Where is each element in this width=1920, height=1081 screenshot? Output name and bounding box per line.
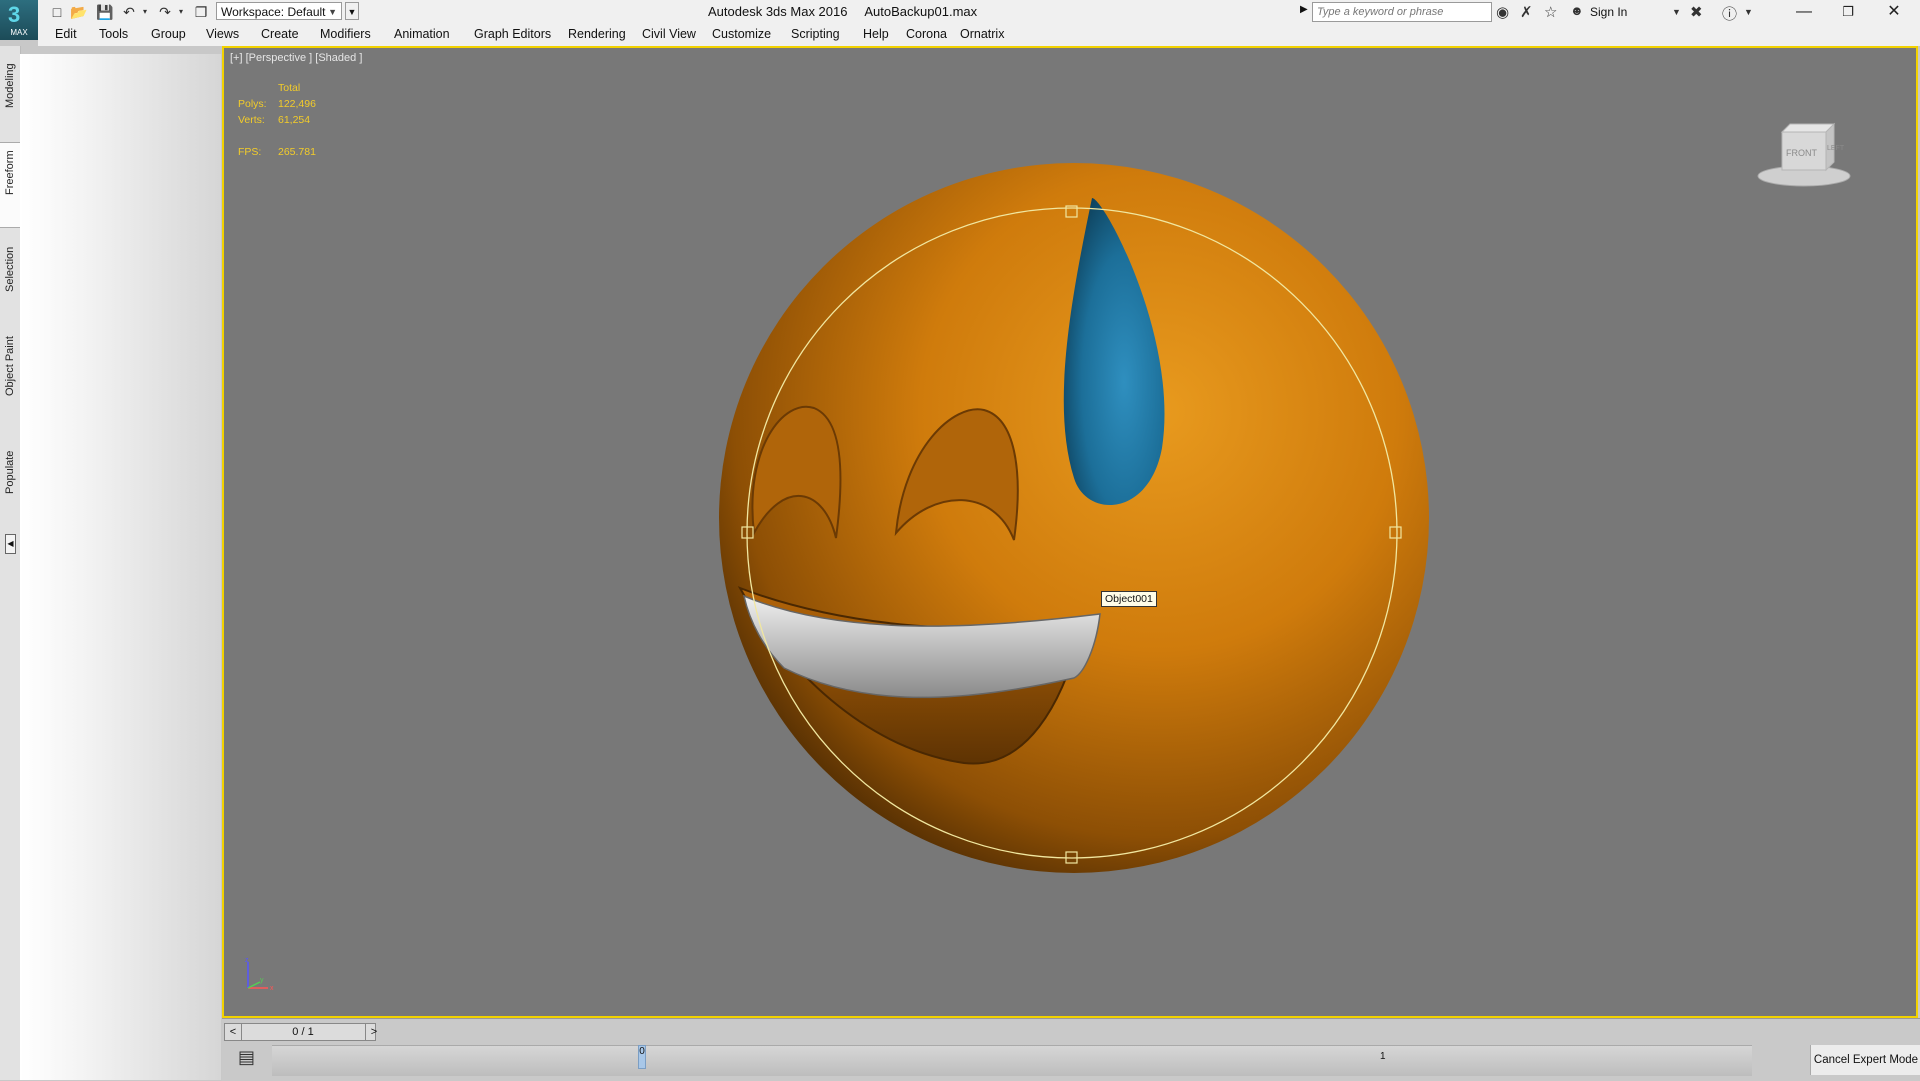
minimize-button[interactable]: —	[1784, 2, 1824, 22]
undo-dropdown-icon[interactable]: ▾	[136, 3, 154, 21]
viewcube-side-label: LEFT	[1827, 145, 1845, 152]
menu-modifiers[interactable]: Modifiers	[320, 27, 371, 41]
time-slider[interactable]: < 0 / 1 >	[224, 1023, 377, 1041]
tab-populate[interactable]: Populate	[0, 442, 20, 526]
menu-help[interactable]: Help	[863, 27, 889, 41]
menu-views[interactable]: Views	[206, 27, 239, 41]
svg-text:y: y	[260, 977, 264, 984]
title-bar: 3 MAX □ 📂 💾 ↶ ▾ ↷ ▾ ❐ Workspace: Default…	[0, 0, 1920, 40]
menu-edit[interactable]: Edit	[55, 27, 77, 41]
menu-bar: Edit Tools Group Views Create Modifiers …	[38, 24, 1920, 46]
viewcube-icon[interactable]: FRONT LEFT	[1756, 118, 1852, 198]
exchange-apps-icon[interactable]: ✖	[1690, 3, 1703, 21]
help-dropdown-icon[interactable]: ▼	[1744, 7, 1753, 17]
search-input[interactable]: Type a keyword or phrase	[1312, 2, 1492, 22]
menu-customize[interactable]: Customize	[712, 27, 771, 41]
close-button[interactable]: ✕	[1874, 2, 1914, 22]
object-name-tooltip: Object001	[1101, 591, 1157, 607]
tab-selection[interactable]: Selection	[0, 242, 20, 322]
stats-verts-value: 61,254	[278, 114, 311, 126]
open-file-icon[interactable]: 📂	[70, 3, 88, 21]
chevron-down-icon: ▼	[328, 7, 337, 17]
menu-graph-editors[interactable]: Graph Editors	[474, 27, 551, 41]
previous-frame-button[interactable]: <	[225, 1024, 242, 1040]
sign-in-dropdown-icon[interactable]: ▼	[1672, 7, 1681, 17]
emoji-face-sphere[interactable]	[719, 163, 1429, 873]
app-menu-button[interactable]: 3 MAX	[0, 0, 38, 40]
stats-fps-value: 265.781	[278, 146, 316, 158]
tab-freeform[interactable]: Freeform	[0, 142, 20, 228]
menu-scripting[interactable]: Scripting	[791, 27, 840, 41]
track-bar[interactable]	[272, 1045, 1752, 1076]
menu-create[interactable]: Create	[261, 27, 299, 41]
viewport-label-menu[interactable]: [+] [Perspective ] [Shaded ]	[230, 52, 362, 64]
quick-access-customize-button[interactable]: ▼	[345, 2, 359, 20]
time-slider-value: 0 / 1	[292, 1026, 314, 1038]
perspective-viewport[interactable]: [+] [Perspective ] [Shaded ] Total Polys…	[222, 46, 1918, 1018]
user-icon[interactable]: ☻	[1570, 3, 1584, 18]
menu-ornatrix[interactable]: Ornatrix	[960, 27, 1004, 41]
frame-marker-current[interactable]: 0	[638, 1045, 646, 1069]
cancel-expert-mode-button[interactable]: Cancel Expert Mode	[1810, 1045, 1920, 1075]
menu-corona[interactable]: Corona	[906, 27, 947, 41]
track-bar-toggle-icon[interactable]: ▤	[238, 1047, 255, 1068]
svg-text:z: z	[245, 957, 249, 964]
frame-label-1: 1	[1380, 1051, 1386, 1062]
subscription-icon[interactable]: ✗	[1520, 3, 1533, 21]
axis-tripod-icon: z x y	[245, 957, 274, 992]
search-expand-icon[interactable]: ▶	[1300, 4, 1308, 15]
restore-button[interactable]: ❐	[1828, 2, 1868, 22]
save-file-icon[interactable]: 💾	[96, 3, 114, 21]
scene-render[interactable]	[224, 48, 1918, 1018]
svg-text:x: x	[270, 985, 274, 992]
ribbon-collapse-icon[interactable]: ◀	[5, 534, 16, 554]
project-folder-icon[interactable]: ❐	[192, 3, 210, 21]
binoculars-icon[interactable]: ◉	[1496, 3, 1509, 21]
window-title: Autodesk 3ds Max 2016 AutoBackup01.max	[708, 4, 978, 19]
viewcube-front-label: FRONT	[1786, 148, 1817, 158]
favorites-star-icon[interactable]: ☆	[1544, 3, 1557, 21]
sign-in-button[interactable]: Sign In	[1590, 5, 1627, 19]
menu-civil-view[interactable]: Civil View	[642, 27, 696, 41]
ribbon-tab-strip: Modeling Freeform Selection Object Paint…	[0, 46, 21, 1080]
stats-verts-label: Verts:	[238, 114, 265, 126]
next-frame-button[interactable]: >	[365, 1024, 382, 1040]
stats-total-label: Total	[278, 82, 301, 94]
tab-modeling[interactable]: Modeling	[0, 63, 20, 134]
workspace-dropdown[interactable]: Workspace: Default ▼	[216, 2, 342, 20]
3ds-max-logo-icon: 3	[8, 2, 21, 27]
menu-animation[interactable]: Animation	[394, 27, 450, 41]
menu-group[interactable]: Group	[151, 27, 186, 41]
timeline-bar: < 0 / 1 > ▤ 0 1 Cancel Expert Mode	[222, 1018, 1920, 1081]
help-icon[interactable]: ⓘ	[1722, 3, 1737, 24]
new-file-icon[interactable]: □	[48, 3, 66, 21]
menu-tools[interactable]: Tools	[99, 27, 128, 41]
stats-fps-label: FPS:	[238, 146, 262, 158]
tab-object-paint[interactable]: Object Paint	[0, 336, 20, 436]
menu-rendering[interactable]: Rendering	[568, 27, 626, 41]
ribbon-panel	[20, 54, 221, 1080]
stats-polys-label: Polys:	[238, 98, 267, 110]
stats-polys-value: 122,496	[278, 98, 316, 110]
redo-dropdown-icon[interactable]: ▾	[172, 3, 190, 21]
